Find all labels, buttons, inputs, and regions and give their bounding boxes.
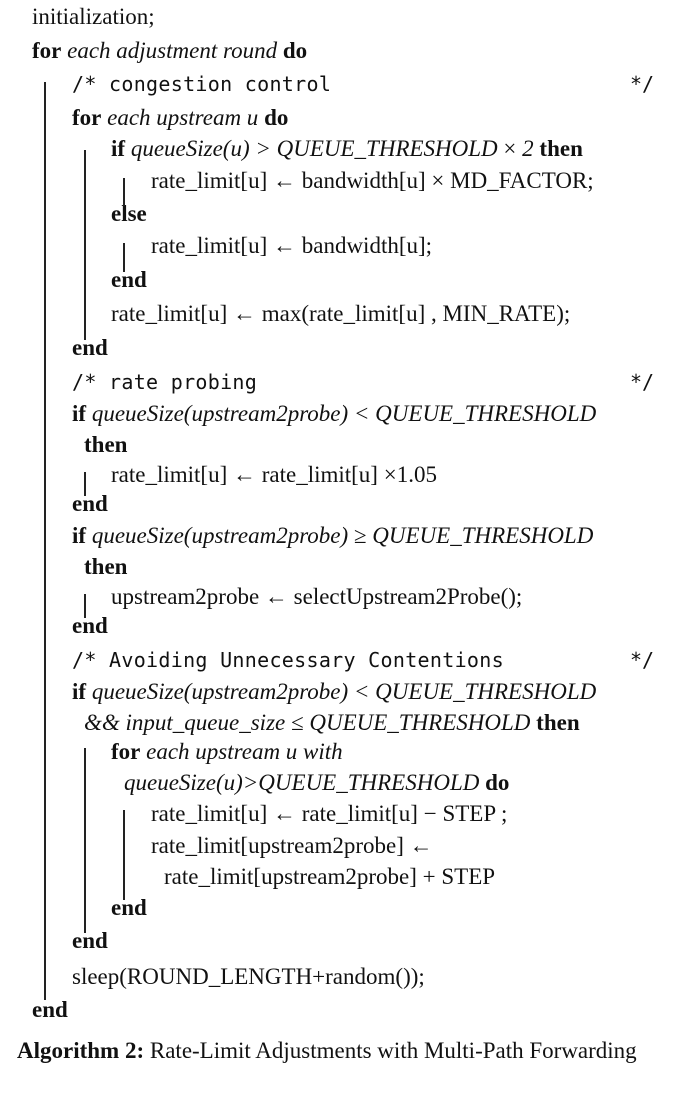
algorithm-line: rate_limit[upstream2probe] + STEP bbox=[164, 862, 495, 892]
code-text: rate_limit[u] ← bandwidth[u]; bbox=[151, 233, 433, 258]
algorithm-line: /* congestion control bbox=[72, 69, 331, 99]
algorithm-line: /* rate probing bbox=[72, 367, 257, 397]
comment-text: /* Avoiding Unnecessary Contentions bbox=[72, 648, 504, 672]
code-text: queueSize(u) > QUEUE_THRESHOLD bbox=[125, 136, 498, 161]
keyword: end bbox=[32, 997, 68, 1022]
algorithm-line: sleep(ROUND_LENGTH+random()); bbox=[72, 962, 425, 992]
keyword: end bbox=[111, 267, 147, 292]
keyword: do bbox=[282, 38, 308, 63]
code-text: each upstream u with bbox=[140, 739, 343, 764]
code-text: rate_limit[u] ← bandwidth[u] × MD_FACTOR… bbox=[151, 168, 594, 193]
code-text: rate_limit[u] ← rate_limit[u] ×1.05 bbox=[111, 462, 437, 487]
algorithm-line: else bbox=[111, 199, 147, 229]
algorithm-line: rate_limit[u] ← bandwidth[u] × MD_FACTOR… bbox=[151, 166, 594, 196]
algorithm-line: /* Avoiding Unnecessary Contentions bbox=[72, 645, 504, 675]
code-text: × bbox=[497, 136, 523, 161]
keyword: else bbox=[111, 201, 147, 226]
algorithm-line: end bbox=[72, 611, 108, 641]
code-text: queueSize(upstream2probe) < QUEUE_THRESH… bbox=[86, 679, 597, 704]
keyword: for bbox=[111, 739, 141, 764]
code-text: rate_limit[upstream2probe] + STEP bbox=[164, 864, 496, 889]
algorithm-line: rate_limit[u] ← rate_limit[u] − STEP ; bbox=[151, 799, 507, 829]
block-rule bbox=[84, 472, 86, 496]
code-text: upstream2probe ← selectUpstream2Probe(); bbox=[111, 584, 523, 609]
code-text: each adjustment round bbox=[61, 38, 283, 63]
code-text: initialization; bbox=[32, 4, 155, 29]
comment-text: /* rate probing bbox=[72, 370, 258, 394]
block-rule bbox=[123, 178, 125, 206]
keyword: for bbox=[32, 38, 62, 63]
algorithm-line: end bbox=[72, 333, 108, 363]
algorithm-line: end bbox=[72, 489, 108, 519]
algorithm-line: if queueSize(u) > QUEUE_THRESHOLD × 2 th… bbox=[111, 134, 583, 164]
code-text: queueSize(u)>QUEUE_THRESHOLD bbox=[124, 770, 480, 795]
block-rule bbox=[123, 243, 125, 272]
keyword: end bbox=[72, 335, 108, 360]
keyword: if bbox=[72, 523, 87, 548]
block-rule bbox=[44, 82, 46, 1000]
algorithm-line: rate_limit[upstream2probe] ← bbox=[151, 831, 433, 861]
algorithm-line: rate_limit[u] ← max(rate_limit[u] , MIN_… bbox=[111, 299, 570, 329]
block-rule bbox=[84, 150, 86, 340]
keyword: if bbox=[72, 679, 87, 704]
algorithm-line: && input_queue_size ≤ QUEUE_THRESHOLD th… bbox=[84, 708, 580, 738]
algorithm-line: then bbox=[84, 430, 127, 460]
code-text: each upstream u bbox=[101, 105, 265, 130]
code-text: rate_limit[upstream2probe] ← bbox=[151, 833, 433, 858]
keyword: do bbox=[264, 105, 289, 130]
algorithm-line: for each upstream u with bbox=[111, 737, 343, 767]
block-rule bbox=[123, 810, 125, 900]
comment-end-marker: */ bbox=[630, 648, 655, 672]
algorithm-line: queueSize(u)>QUEUE_THRESHOLD do bbox=[124, 768, 509, 798]
keyword: do bbox=[479, 770, 510, 795]
comment-end-marker: */ bbox=[630, 72, 655, 96]
code-text: sleep(ROUND_LENGTH+random()); bbox=[72, 964, 425, 989]
algorithm-line: end bbox=[32, 995, 68, 1025]
algorithm-line: end bbox=[111, 265, 147, 295]
code-text: 2 bbox=[522, 136, 534, 161]
algorithm-line: end bbox=[72, 926, 108, 956]
algorithm-line: then bbox=[84, 552, 127, 582]
keyword: if bbox=[72, 401, 87, 426]
caption-text: Rate-Limit Adjustments with Multi-Path F… bbox=[144, 1038, 637, 1063]
block-rule bbox=[84, 748, 86, 933]
algorithm-block: initialization; for each adjustment round… bbox=[0, 0, 682, 1095]
keyword: end bbox=[111, 895, 147, 920]
keyword: end bbox=[72, 613, 108, 638]
algorithm-line: if queueSize(upstream2probe) < QUEUE_THR… bbox=[72, 677, 596, 707]
code-text: rate_limit[u] ← max(rate_limit[u] , MIN_… bbox=[111, 301, 571, 326]
keyword: end bbox=[72, 928, 108, 953]
algorithm-line: initialization; bbox=[32, 2, 155, 32]
code-text: rate_limit[u] ← rate_limit[u] − STEP ; bbox=[151, 801, 508, 826]
caption-label: Algorithm 2: bbox=[17, 1038, 145, 1063]
keyword: then bbox=[84, 554, 128, 579]
comment-text: /* congestion control bbox=[72, 72, 332, 96]
code-text: queueSize(upstream2probe) ≥ QUEUE_THRESH… bbox=[86, 523, 594, 548]
keyword: then bbox=[84, 432, 128, 457]
algorithm-line: rate_limit[u] ← bandwidth[u]; bbox=[151, 231, 432, 261]
algorithm-line: upstream2probe ← selectUpstream2Probe(); bbox=[111, 582, 522, 612]
keyword: then bbox=[530, 710, 580, 735]
algorithm-line: if queueSize(upstream2probe) < QUEUE_THR… bbox=[72, 399, 596, 429]
code-text: queueSize(upstream2probe) < QUEUE_THRESH… bbox=[86, 401, 597, 426]
block-rule bbox=[84, 594, 86, 618]
keyword: end bbox=[72, 491, 108, 516]
algorithm-line: for each adjustment round do bbox=[32, 36, 307, 66]
code-text: && input_queue_size ≤ QUEUE_THRESHOLD bbox=[84, 710, 531, 735]
algorithm-line: end bbox=[111, 893, 147, 923]
algorithm-line: rate_limit[u] ← rate_limit[u] ×1.05 bbox=[111, 460, 437, 490]
keyword: for bbox=[72, 105, 102, 130]
algorithm-line: for each upstream u do bbox=[72, 103, 288, 133]
keyword: if bbox=[111, 136, 126, 161]
comment-end-marker: */ bbox=[630, 370, 655, 394]
algorithm-caption: Algorithm 2: Rate-Limit Adjustments with… bbox=[17, 1036, 667, 1066]
algorithm-line: if queueSize(upstream2probe) ≥ QUEUE_THR… bbox=[72, 521, 593, 551]
keyword: then bbox=[533, 136, 583, 161]
